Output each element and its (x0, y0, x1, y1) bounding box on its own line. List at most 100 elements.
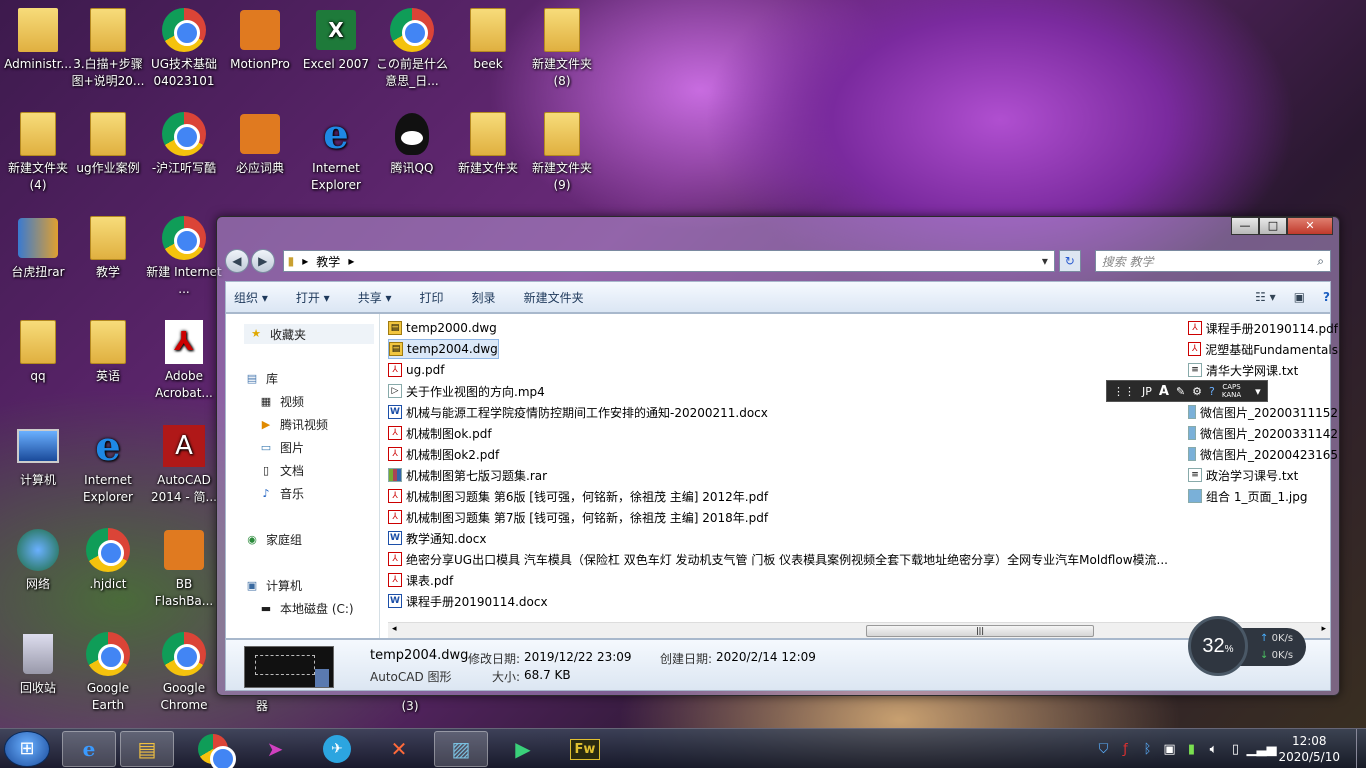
file-item[interactable]: ≡ 清华大学网课.txt (1188, 360, 1298, 380)
desktop-icon[interactable]: Administr... (0, 6, 76, 73)
desktop-icon[interactable]: ug作业案例 (70, 110, 146, 177)
file-item[interactable]: ⅄ 课表.pdf (388, 570, 453, 590)
file-item[interactable]: ⅄ 课程手册20190114.pdf (1188, 318, 1338, 338)
print-button[interactable]: 打印 (420, 289, 444, 306)
burn-button[interactable]: 刻录 (472, 289, 496, 306)
network-speed-widget[interactable]: ↑ 0K/s ↓ 0K/s 32% (1188, 616, 1308, 676)
breadcrumb-arrow[interactable]: ▸ (302, 254, 308, 268)
file-item[interactable]: ≡ 政治学习课号.txt (1188, 465, 1298, 485)
nav-favorites[interactable]: ★ 收藏夹 (244, 324, 374, 344)
app-tray-icon[interactable]: ▣ (1158, 742, 1180, 757)
desktop-icon[interactable]: e Internet Explorer (298, 110, 374, 194)
file-item[interactable]: W 教学通知.docx (388, 528, 486, 548)
desktop-icon[interactable]: 新建文件夹 (4) (0, 110, 76, 194)
file-item[interactable]: W 课程手册20190114.docx (388, 591, 548, 611)
nav-music[interactable]: ♪ 音乐 (258, 485, 304, 502)
taskbar-ie[interactable]: e (62, 731, 116, 767)
ime-grip-icon[interactable]: ⋮⋮ (1113, 385, 1135, 398)
file-item[interactable]: ⅄ 机械制图ok.pdf (388, 423, 492, 443)
minimize-button[interactable]: — (1231, 217, 1259, 235)
file-item[interactable]: 组合 1_页面_1.jpg (1188, 486, 1307, 506)
desktop-icon[interactable]: UG技术基础04023101 (146, 6, 222, 90)
desktop-icon[interactable]: 教学 (70, 214, 146, 281)
refresh-button[interactable]: ↻ (1058, 250, 1081, 272)
ime-a[interactable]: A (1159, 384, 1169, 399)
file-item[interactable]: ⅄ 机械制图ok2.pdf (388, 444, 499, 464)
maximize-button[interactable]: □ (1259, 217, 1287, 235)
desktop-icon[interactable]: 计算机 (0, 422, 76, 489)
file-item[interactable]: ▤ temp2004.dwg (388, 339, 499, 359)
desktop-icon[interactable]: Google Earth (70, 630, 146, 714)
desktop-icon[interactable]: X Excel 2007 (298, 6, 374, 73)
desktop-icon[interactable]: MotionPro (222, 6, 298, 73)
desktop-icon[interactable]: e Internet Explorer (70, 422, 146, 506)
ime-options-icon[interactable]: ▾ (1255, 385, 1261, 398)
nav-pictures[interactable]: ▭ 图片 (258, 439, 304, 456)
view-options-icon[interactable]: ☷ ▾ (1255, 290, 1276, 304)
taskbar-fireworks[interactable]: Fw (558, 731, 612, 767)
show-desktop-button[interactable] (1356, 729, 1366, 768)
taskbar-explorer[interactable]: ▤ (120, 731, 174, 767)
scrollbar-thumb[interactable]: ||| (866, 625, 1094, 637)
nav-local-disk[interactable]: ▬ 本地磁盘 (C:) (258, 600, 354, 617)
nav-tencent-video[interactable]: ▶ 腾讯视频 (258, 416, 328, 433)
desktop-icon[interactable]: 新建文件夹 (9) (524, 110, 600, 194)
search-input[interactable]: 搜索 教学 ⌕ (1094, 250, 1331, 272)
desktop-icon[interactable]: 新建 Internet ... (146, 214, 222, 298)
device-icon[interactable]: ▯ (1224, 742, 1246, 757)
address-dropdown-icon[interactable]: ▾ (1036, 254, 1054, 268)
taskbar-telegram[interactable]: ✈ (310, 731, 364, 767)
taskbar-pen[interactable]: ➤ (248, 731, 302, 767)
taskbar-xmind[interactable]: ✕ (372, 731, 426, 767)
volume-icon[interactable]: 🔈︎ (1202, 742, 1224, 757)
desktop-icon[interactable]: 回收站 (0, 630, 76, 697)
desktop-icon[interactable]: beek (450, 6, 526, 73)
desktop-icon[interactable]: 英语 (70, 318, 146, 385)
taskbar-player[interactable]: ▶ (496, 731, 550, 767)
file-item[interactable]: 机械制图第七版习题集.rar (388, 465, 547, 485)
desktop-icon[interactable]: Google Chrome (146, 630, 222, 714)
breadcrumb-arrow-2[interactable]: ▸ (348, 254, 354, 268)
new-folder-button[interactable]: 新建文件夹 (524, 289, 584, 306)
desktop-icon[interactable]: 网络 (0, 526, 76, 593)
forward-button[interactable]: ▶ (250, 249, 275, 273)
desktop-icon[interactable]: BB FlashBa... (146, 526, 222, 610)
file-item[interactable]: ⅄ 机械制图习题集 第7版 [钱可强，何铭新，徐祖茂 主编] 2018年.pdf (388, 507, 768, 527)
file-item[interactable]: 微信图片_20200311152 (1188, 402, 1338, 422)
desktop-icon[interactable]: A AutoCAD 2014 - 简... (146, 422, 222, 506)
desktop-icon[interactable]: 新建文件夹 (450, 110, 526, 177)
battery-icon[interactable]: ▮ (1180, 742, 1202, 757)
nav-video[interactable]: ▦ 视频 (258, 393, 304, 410)
desktop-icon[interactable]: .hjdict (70, 526, 146, 593)
bluetooth-icon[interactable]: ᛒ (1136, 742, 1158, 757)
desktop-icon[interactable]: ⅄ Adobe Acrobat... (146, 318, 222, 402)
ime-tools-icon[interactable]: ✎ (1176, 385, 1185, 398)
signal-icon[interactable]: ▁▃▅ (1246, 742, 1276, 757)
desktop-icon[interactable]: 腾讯QQ (374, 110, 450, 177)
file-item[interactable]: ▷ 关于作业视图的方向.mp4 (388, 381, 545, 401)
ime-jp[interactable]: JP (1142, 385, 1152, 398)
share-button[interactable]: 共享 ▾ (358, 289, 392, 306)
scroll-right-icon[interactable]: ▸ (1321, 624, 1326, 634)
back-button[interactable]: ◀ (225, 249, 249, 273)
file-item[interactable]: ⅄ ug.pdf (388, 360, 445, 380)
desktop-icon[interactable]: 必应词典 (222, 110, 298, 177)
file-item[interactable]: W 机械与能源工程学院疫情防控期间工作安排的通知-20200211.docx (388, 402, 768, 422)
nav-computer[interactable]: ▣ 计算机 (244, 577, 302, 594)
desktop-icon[interactable]: この前是什么意思_日... (374, 6, 450, 90)
nav-homegroup[interactable]: ◉ 家庭组 (244, 531, 302, 548)
nav-documents[interactable]: ▯ 文档 (258, 462, 304, 479)
desktop-icon[interactable]: 3.白描+步骤图+说明20... (70, 6, 146, 90)
ime-toolbar[interactable]: ⋮⋮ JP A ✎ ⚙ ? CAPS KANA ▾ (1106, 380, 1268, 402)
desktop-icon[interactable]: qq (0, 318, 76, 385)
address-bar[interactable]: ▮ ▸ 教学 ▸ ▾ (282, 250, 1055, 272)
breadcrumb-folder[interactable]: 教学 (316, 253, 340, 270)
preview-pane-icon[interactable]: ▣ (1294, 290, 1305, 304)
shield-icon[interactable]: ⛉ (1092, 742, 1114, 757)
help-icon[interactable]: ? (1323, 290, 1330, 304)
open-button[interactable]: 打开 ▾ (296, 289, 330, 306)
start-button[interactable]: ⊞ (4, 731, 50, 767)
nav-libraries[interactable]: ▤ 库 (244, 370, 278, 387)
file-item[interactable]: 微信图片_20200331142 (1188, 423, 1338, 443)
scroll-left-icon[interactable]: ◂ (392, 624, 397, 634)
